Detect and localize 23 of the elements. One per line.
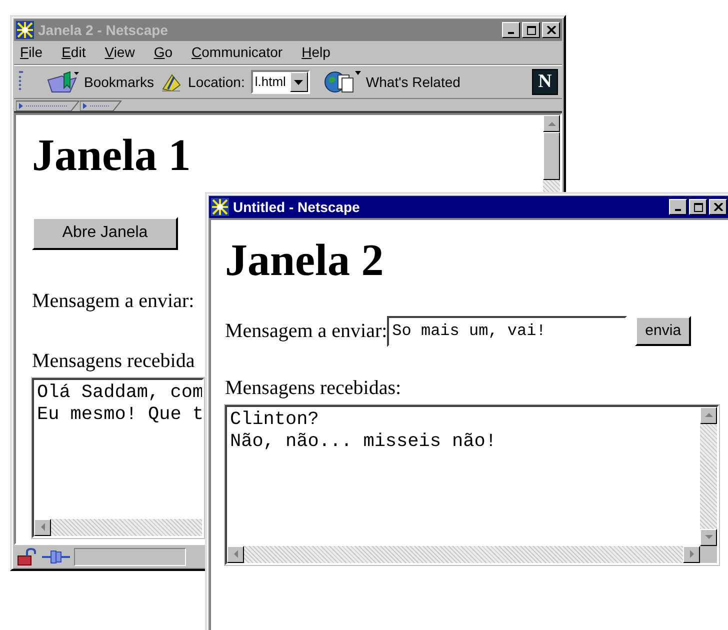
send-label: Mensagem a enviar:	[225, 319, 388, 344]
location-field[interactable]: l.html	[250, 70, 310, 94]
menu-item[interactable]: File	[20, 42, 43, 63]
page-heading: Janela 2	[225, 236, 385, 286]
menu-item[interactable]: Go	[154, 42, 173, 63]
location-label: Location:	[188, 72, 245, 92]
window-title: Untitled - Netscape	[233, 198, 360, 217]
menu-item[interactable]: Help	[302, 42, 330, 63]
logo-badge: N	[532, 69, 558, 95]
message-log-field[interactable]: Clinton? Não, não... misseis não!	[225, 404, 719, 564]
menu-item[interactable]: View	[104, 42, 135, 63]
received-label: Mensagens recebida	[32, 348, 196, 374]
received-label: Mensagens recebidas:	[225, 376, 402, 400]
menu-item[interactable]: Edit	[62, 42, 86, 63]
menu-item[interactable]: Communicator	[192, 42, 283, 63]
window-title: Janela 2 - Netscape	[38, 20, 168, 40]
open-window-button[interactable]: Abre Janela	[32, 216, 178, 250]
bookmarks-button[interactable]: Bookmarks	[46, 70, 154, 94]
send-button[interactable]: envia	[635, 316, 692, 346]
send-label: Mensagem a enviar:	[32, 288, 196, 314]
message-field[interactable]: So mais um, vai!	[387, 316, 628, 346]
whats-related-button[interactable]: What's Related	[324, 69, 460, 95]
page-heading: Janela 1	[32, 131, 192, 180]
